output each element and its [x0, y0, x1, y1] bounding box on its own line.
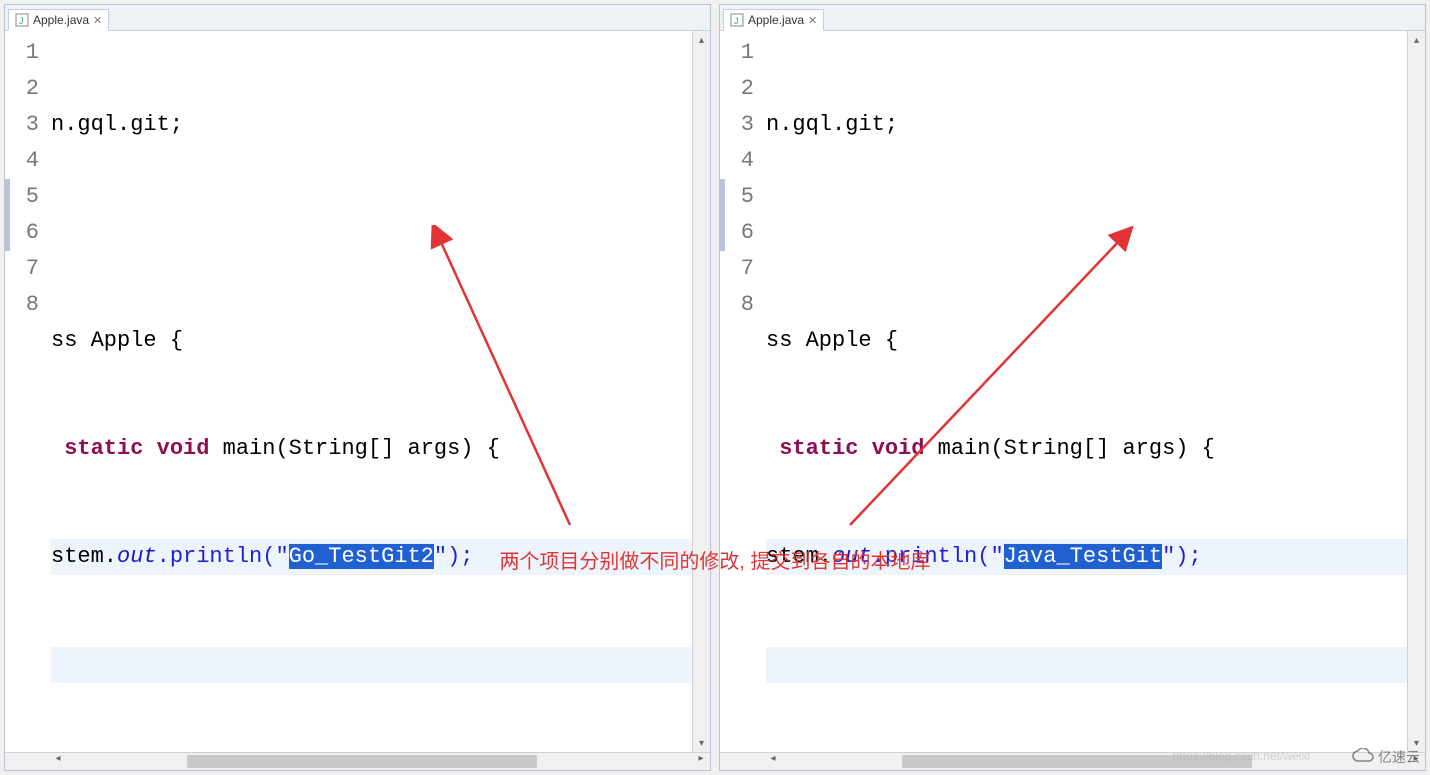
line-number: 1	[5, 35, 39, 71]
code-text: stem.	[766, 544, 832, 569]
line-number: 8	[720, 287, 754, 323]
keyword: void	[872, 436, 925, 461]
code-text: main(String[] args) {	[924, 436, 1214, 461]
tab-bar: J Apple.java ✕	[5, 5, 710, 31]
diff-marker	[720, 179, 725, 251]
keyword: static	[779, 436, 858, 461]
svg-text:J: J	[19, 16, 24, 26]
tab-apple-java[interactable]: J Apple.java ✕	[8, 9, 109, 31]
vertical-scrollbar[interactable]: ▴ ▾	[692, 31, 710, 752]
line-gutter: 1 2 3 4 5 6 7 8	[5, 31, 49, 752]
horizontal-scrollbar[interactable]: ◂ ▸	[5, 752, 710, 770]
horizontal-scrollbar[interactable]: ◂ ▸	[720, 752, 1425, 770]
line-number: 2	[5, 71, 39, 107]
scroll-right-icon[interactable]: ▸	[692, 753, 710, 770]
watermark-url: https://blog.csdn.net/weixi	[1173, 749, 1310, 763]
code-text: n.gql.git;	[766, 112, 898, 137]
string: .println("	[872, 544, 1004, 569]
line-number: 4	[5, 143, 39, 179]
right-editor-pane: J Apple.java ✕ 1 2 3 4 5 6 7 8 n.gql.git…	[719, 4, 1426, 771]
line-number: 4	[720, 143, 754, 179]
watermark-text: 亿速云	[1378, 747, 1420, 767]
watermark: 亿速云	[1352, 747, 1420, 767]
tab-bar: J Apple.java ✕	[720, 5, 1425, 31]
java-file-icon: J	[730, 13, 744, 27]
java-file-icon: J	[15, 13, 29, 27]
keyword: static	[64, 436, 143, 461]
editor-body: 1 2 3 4 5 6 7 8 n.gql.git; ss Apple { st…	[720, 31, 1425, 752]
line-number: 1	[720, 35, 754, 71]
line-number: 2	[720, 71, 754, 107]
tab-label: Apple.java	[748, 13, 804, 27]
scroll-left-icon[interactable]: ◂	[764, 753, 782, 770]
diff-marker	[5, 179, 10, 251]
code-text: stem.	[51, 544, 117, 569]
scroll-up-icon[interactable]: ▴	[1408, 31, 1425, 49]
left-editor-pane: J Apple.java ✕ 1 2 3 4 5 6 7 8 n.gql.git…	[4, 4, 711, 771]
line-gutter: 1 2 3 4 5 6 7 8	[720, 31, 764, 752]
scroll-down-icon[interactable]: ▾	[693, 734, 710, 752]
close-icon[interactable]: ✕	[808, 14, 817, 27]
vertical-scrollbar[interactable]: ▴ ▾	[1407, 31, 1425, 752]
line-number: 8	[5, 287, 39, 323]
line-number: 6	[720, 215, 754, 251]
code-area[interactable]: n.gql.git; ss Apple { static void main(S…	[49, 31, 692, 752]
scroll-left-icon[interactable]: ◂	[49, 753, 67, 770]
cloud-icon	[1352, 748, 1374, 767]
tab-label: Apple.java	[33, 13, 89, 27]
line-number: 7	[5, 251, 39, 287]
keyword: void	[157, 436, 210, 461]
editor-body: 1 2 3 4 5 6 7 8 n.gql.git; ss Apple { st…	[5, 31, 710, 752]
line-number: 7	[720, 251, 754, 287]
line-number: 3	[720, 107, 754, 143]
string: .println("	[157, 544, 289, 569]
tab-apple-java[interactable]: J Apple.java ✕	[723, 9, 824, 31]
hscroll-thumb[interactable]	[187, 755, 537, 768]
svg-text:J: J	[734, 16, 739, 26]
code-text: n.gql.git;	[51, 112, 183, 137]
line-number: 6	[5, 215, 39, 251]
string: ");	[1162, 544, 1202, 569]
field: out	[832, 544, 872, 569]
close-icon[interactable]: ✕	[93, 14, 102, 27]
code-text: main(String[] args) {	[209, 436, 499, 461]
line-number: 3	[5, 107, 39, 143]
code-area[interactable]: n.gql.git; ss Apple { static void main(S…	[764, 31, 1407, 752]
scroll-up-icon[interactable]: ▴	[693, 31, 710, 49]
field: out	[117, 544, 157, 569]
selection: Java_TestGit	[1004, 544, 1162, 569]
line-number: 5	[5, 179, 39, 215]
string: ");	[434, 544, 474, 569]
code-text: ss Apple {	[51, 328, 183, 353]
code-text: ss Apple {	[766, 328, 898, 353]
selection: Go_TestGit2	[289, 544, 434, 569]
line-number: 5	[720, 179, 754, 215]
